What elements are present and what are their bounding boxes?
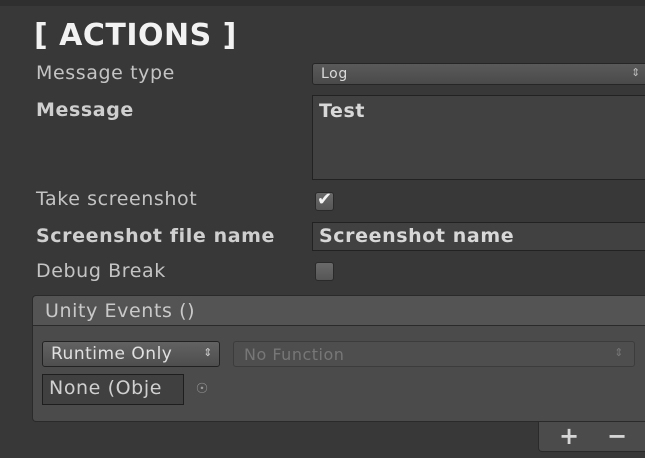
screenshot-file-name-field[interactable]: Screenshot name xyxy=(312,222,645,251)
inspector-top-strip xyxy=(0,0,645,6)
function-value: No Function xyxy=(244,345,345,364)
remove-event-button[interactable]: − xyxy=(607,422,627,450)
runtime-mode-dropdown[interactable]: Runtime Only ⇕ xyxy=(42,341,220,367)
message-type-value: Log xyxy=(321,66,348,82)
screenshot-file-name-label: Screenshot file name xyxy=(36,225,276,247)
up-down-arrows-icon: ⇕ xyxy=(614,346,624,359)
up-down-arrows-icon: ⇕ xyxy=(203,346,213,359)
section-title: [ ACTIONS ] xyxy=(34,18,237,53)
event-list-footer: + − xyxy=(538,422,645,452)
message-textarea[interactable]: Test xyxy=(312,95,645,180)
debug-break-checkbox[interactable] xyxy=(315,262,334,281)
checkmark-icon: ✔ xyxy=(317,189,333,210)
unity-events-title: Unity Events () xyxy=(45,300,196,322)
take-screenshot-label: Take screenshot xyxy=(36,188,198,210)
message-type-label: Message type xyxy=(36,62,175,84)
unity-events-header: Unity Events () xyxy=(32,295,645,326)
take-screenshot-checkbox[interactable]: ✔ xyxy=(315,189,334,211)
message-type-dropdown[interactable]: Log ⇕ xyxy=(312,63,645,85)
function-dropdown[interactable]: No Function ⇕ xyxy=(233,341,635,367)
up-down-arrows-icon: ⇕ xyxy=(631,66,641,79)
target-object-field[interactable]: None (Obje xyxy=(42,374,184,405)
add-event-button[interactable]: + xyxy=(559,422,579,450)
debug-break-label: Debug Break xyxy=(36,260,166,282)
runtime-mode-value: Runtime Only xyxy=(51,344,173,364)
message-label: Message xyxy=(36,99,134,121)
object-picker-icon[interactable]: ☉ xyxy=(184,374,220,405)
